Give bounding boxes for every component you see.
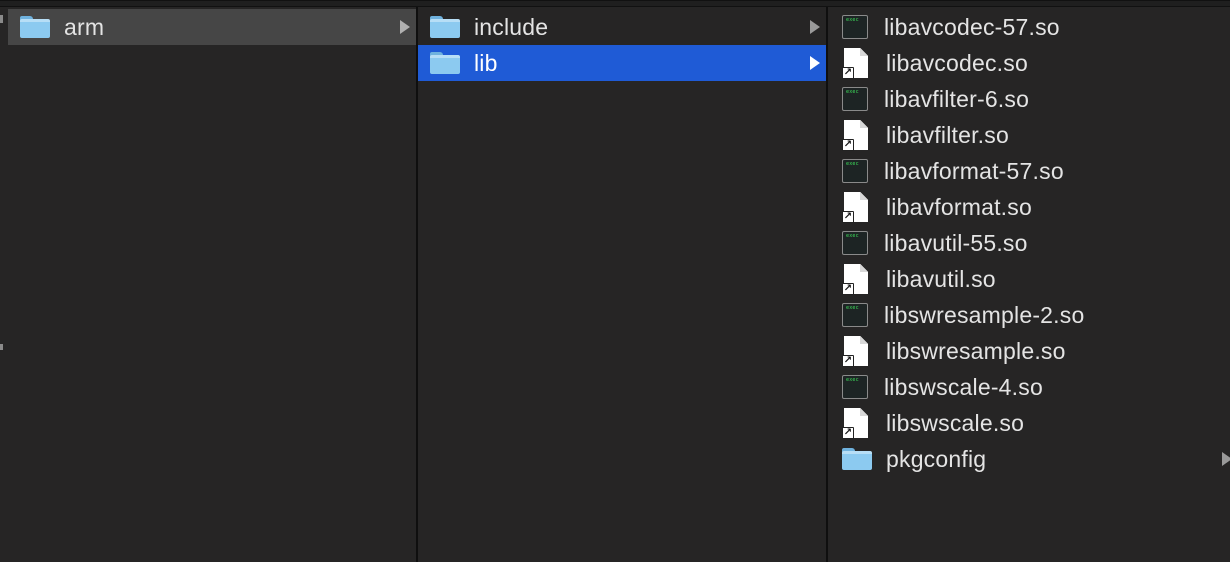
file-row[interactable]: exec libswresample-2.so <box>828 297 1230 333</box>
folder-icon <box>842 448 872 470</box>
file-label: libavfilter-6.so <box>884 85 1030 112</box>
folder-icon <box>20 16 50 38</box>
executable-icon: exec <box>842 303 868 327</box>
chevron-right-icon <box>400 20 410 34</box>
executable-icon: exec <box>842 159 868 183</box>
alias-document-icon: ↗ <box>842 264 868 295</box>
executable-icon: exec <box>842 231 868 255</box>
file-label: libavcodec.so <box>886 49 1028 76</box>
file-row[interactable]: exec libavutil-55.so <box>828 225 1230 261</box>
file-label: libswscale.so <box>886 409 1025 436</box>
file-row[interactable]: ↗ libswresample.so <box>828 333 1230 369</box>
column-3[interactable]: exec libavcodec-57.so ↗ libavcodec.so ex… <box>828 7 1230 562</box>
alias-document-icon: ↗ <box>842 48 868 79</box>
file-row[interactable]: ↗ libavformat.so <box>828 189 1230 225</box>
scroll-edge-marker <box>0 15 3 23</box>
file-row[interactable]: ↗ libswscale.so <box>828 405 1230 441</box>
executable-icon: exec <box>842 375 868 399</box>
folder-label: arm <box>64 13 105 40</box>
executable-icon: exec <box>842 87 868 111</box>
column-1[interactable]: arm <box>8 7 416 562</box>
column-2[interactable]: include lib <box>418 7 826 562</box>
chevron-right-icon <box>1222 452 1230 466</box>
alias-document-icon: ↗ <box>842 408 868 439</box>
folder-icon <box>430 52 460 74</box>
file-label: libswresample.so <box>886 337 1066 364</box>
folder-row-arm[interactable]: arm <box>8 9 416 45</box>
folder-row-pkgconfig[interactable]: pkgconfig <box>828 441 1230 477</box>
file-label: libswresample-2.so <box>884 301 1085 328</box>
file-row[interactable]: exec libswscale-4.so <box>828 369 1230 405</box>
folder-icon <box>430 16 460 38</box>
alias-document-icon: ↗ <box>842 120 868 151</box>
file-row[interactable]: ↗ libavcodec.so <box>828 45 1230 81</box>
folder-row-include[interactable]: include <box>418 9 826 45</box>
scroll-edge-marker <box>0 344 3 350</box>
file-row[interactable]: exec libavcodec-57.so <box>828 9 1230 45</box>
finder-column-browser: arm include lib exec libavcodec-57.so ↗ … <box>0 0 1230 562</box>
file-label: libswscale-4.so <box>884 373 1043 400</box>
alias-document-icon: ↗ <box>842 192 868 223</box>
file-label: libavutil-55.so <box>884 229 1028 256</box>
chevron-right-icon <box>810 56 820 70</box>
file-label: libavutil.so <box>886 265 996 292</box>
file-row[interactable]: ↗ libavfilter.so <box>828 117 1230 153</box>
file-row[interactable]: exec libavfilter-6.so <box>828 81 1230 117</box>
file-label: libavformat-57.so <box>884 157 1064 184</box>
file-label: libavfilter.so <box>886 121 1009 148</box>
chevron-right-icon <box>810 20 820 34</box>
folder-label: include <box>474 13 549 40</box>
folder-label: lib <box>474 49 498 76</box>
folder-row-lib[interactable]: lib <box>418 45 826 81</box>
file-label: libavformat.so <box>886 193 1032 220</box>
alias-document-icon: ↗ <box>842 336 868 367</box>
executable-icon: exec <box>842 15 868 39</box>
folder-label: pkgconfig <box>886 445 987 472</box>
file-label: libavcodec-57.so <box>884 13 1060 40</box>
file-row[interactable]: exec libavformat-57.so <box>828 153 1230 189</box>
file-row[interactable]: ↗ libavutil.so <box>828 261 1230 297</box>
